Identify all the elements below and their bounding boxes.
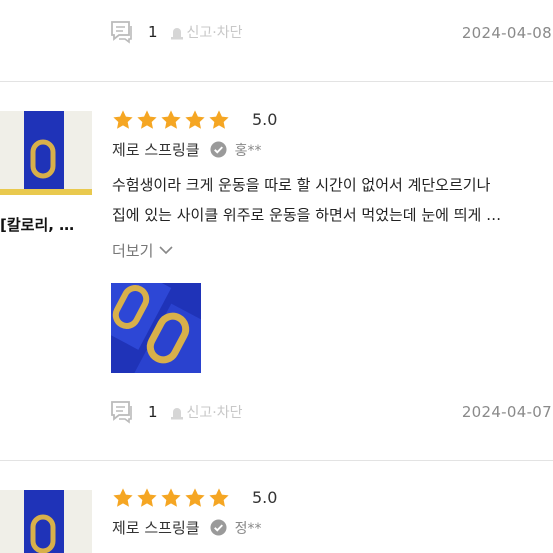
star-icon	[137, 488, 157, 507]
product-logo-icon	[112, 285, 190, 364]
comment-icon[interactable]	[110, 400, 134, 424]
comment-icon[interactable]	[110, 20, 134, 44]
rating-value: 5.0	[252, 488, 278, 507]
chevron-down-icon	[159, 246, 173, 255]
review-text-line: 수험생이라 크게 운동을 따로 할 시간이 없어서 계단오르기나	[112, 176, 491, 194]
product-thumbnail[interactable]	[0, 111, 92, 195]
star-icon	[137, 110, 157, 129]
review-photo[interactable]	[111, 283, 201, 373]
review-author-row: 제로 스프링클 홍**	[112, 139, 261, 160]
product-name: 제로 스프링클	[112, 141, 200, 159]
star-icon	[161, 110, 181, 129]
star-icon	[185, 488, 205, 507]
review-text-line: 집에 있는 사이클 위주로 운동을 하면서 먹었는데 눈에 띄게 …	[112, 206, 502, 224]
star-icon	[113, 488, 133, 507]
siren-icon	[170, 407, 183, 419]
star-icon	[185, 110, 205, 129]
review-date: 2024-04-07	[461, 403, 552, 421]
product-name: 제로 스프링클	[112, 519, 200, 537]
star-icon	[161, 488, 181, 507]
divider	[0, 81, 553, 82]
star-icon	[209, 110, 229, 129]
more-button[interactable]: 더보기	[112, 240, 173, 261]
review-2-meta: 1 신고·차단	[110, 400, 243, 424]
star-icon	[113, 110, 133, 129]
author-name: 홍**	[234, 142, 262, 159]
verified-check-icon	[210, 141, 227, 158]
verified-check-icon	[210, 519, 227, 536]
rating-value: 5.0	[252, 110, 278, 129]
star-rating	[112, 109, 230, 131]
product-logo-icon	[30, 514, 56, 553]
star-icon	[209, 488, 229, 507]
product-side-label: [칼로리, …	[0, 216, 75, 234]
report-block-link[interactable]: 신고·차단	[170, 22, 243, 42]
product-logo-icon	[30, 139, 56, 179]
comment-count: 1	[148, 23, 158, 41]
review-date: 2024-04-08	[461, 24, 552, 42]
author-name: 정**	[234, 520, 262, 537]
review-author-row: 제로 스프링클 정**	[112, 517, 261, 538]
star-rating	[112, 487, 230, 509]
comment-count: 1	[148, 403, 158, 421]
divider	[0, 460, 553, 461]
report-block-link[interactable]: 신고·차단	[170, 402, 243, 422]
siren-icon	[170, 27, 183, 39]
review-1-meta: 1 신고·차단	[110, 20, 243, 44]
product-thumbnail[interactable]	[0, 490, 92, 553]
